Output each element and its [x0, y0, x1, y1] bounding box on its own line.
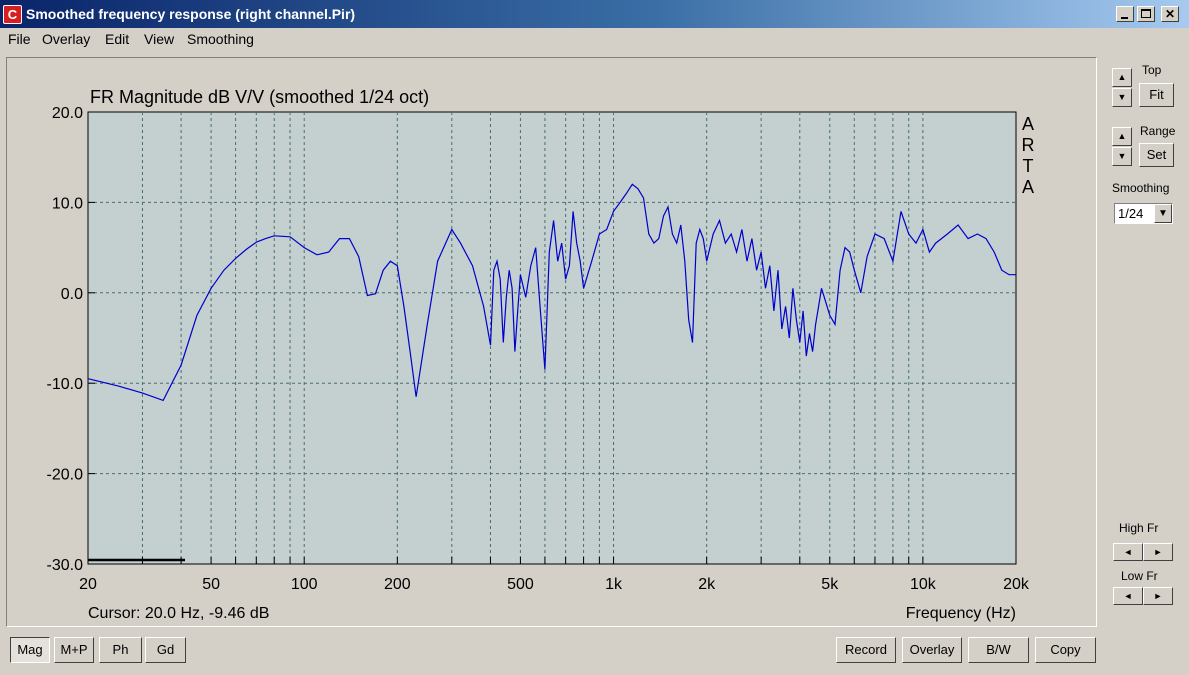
chart-panel: 20.0 10.0 0.0 -10.0 -20.0 -30.0 20 50 100 200 500… — [6, 57, 1097, 627]
x-tick-label: 200 — [384, 576, 411, 593]
x-tick-label: 2k — [698, 576, 716, 593]
title-bar: C Smoothed frequency response (right cha… — [0, 0, 1189, 28]
minimize-icon — [1121, 17, 1128, 19]
up-arrow-icon: ▲ — [1117, 72, 1127, 82]
top-up-button[interactable]: ▲ — [1112, 68, 1132, 87]
arta-watermark: ARTA — [1022, 114, 1035, 197]
menu-view[interactable]: View — [144, 31, 174, 47]
watermark-letter: R — [1022, 135, 1035, 155]
range-down-button[interactable]: ▼ — [1112, 147, 1132, 166]
x-tick-label: 100 — [291, 576, 318, 593]
overlay-button[interactable]: Overlay — [902, 637, 962, 663]
top-down-button[interactable]: ▼ — [1112, 88, 1132, 107]
x-tick-label: 20k — [1003, 576, 1030, 593]
high-fr-right-button[interactable]: ► — [1143, 543, 1173, 561]
watermark-letter: A — [1022, 114, 1034, 134]
y-tick-label: -10.0 — [47, 376, 84, 393]
up-arrow-icon: ▲ — [1117, 131, 1127, 141]
record-button[interactable]: Record — [836, 637, 896, 663]
down-arrow-icon: ▼ — [1117, 92, 1127, 102]
y-tick-label: -30.0 — [47, 557, 84, 574]
x-tick-label: 5k — [821, 576, 839, 593]
x-tick-label: 500 — [507, 576, 534, 593]
bw-button[interactable]: B/W — [968, 637, 1029, 663]
high-fr-left-button[interactable]: ◄ — [1113, 543, 1143, 561]
mag-view-button[interactable]: Mag — [10, 637, 50, 663]
minimize-button[interactable] — [1116, 6, 1134, 22]
right-arrow-icon: ► — [1153, 591, 1163, 601]
mag-phase-view-button[interactable]: M+P — [54, 637, 94, 663]
smoothing-select[interactable]: 1/24 ▼ — [1114, 203, 1173, 224]
y-tick-label: 10.0 — [52, 195, 83, 212]
cursor-readout: Cursor: 20.0 Hz, -9.46 dB — [88, 605, 269, 622]
group-delay-view-button[interactable]: Gd — [145, 637, 186, 663]
watermark-letter: T — [1023, 156, 1034, 176]
y-tick-label: -20.0 — [47, 467, 84, 484]
copy-button[interactable]: Copy — [1035, 637, 1096, 663]
set-button[interactable]: Set — [1139, 143, 1174, 167]
x-tick-label: 10k — [910, 576, 937, 593]
chart-title: FR Magnitude dB V/V (smoothed 1/24 oct) — [90, 87, 429, 107]
smoothing-label: Smoothing — [1112, 181, 1170, 195]
window-title: Smoothed frequency response (right chann… — [26, 6, 356, 22]
chevron-down-icon[interactable]: ▼ — [1154, 204, 1172, 223]
menu-smoothing[interactable]: Smoothing — [187, 31, 254, 47]
x-axis-label: Frequency (Hz) — [906, 605, 1016, 622]
maximize-button[interactable] — [1137, 6, 1155, 22]
left-arrow-icon: ◄ — [1123, 547, 1133, 557]
plot-area[interactable] — [87, 111, 1017, 565]
close-button[interactable]: ✕ — [1161, 6, 1179, 22]
low-fr-label: Low Fr — [1121, 569, 1158, 583]
menu-file[interactable]: File — [8, 31, 31, 47]
y-tick-labels: 20.0 10.0 0.0 -10.0 -20.0 -30.0 — [47, 105, 84, 574]
menu-edit[interactable]: Edit — [105, 31, 129, 47]
app-icon: C — [3, 5, 22, 24]
down-arrow-icon: ▼ — [1117, 151, 1127, 161]
range-label: Range — [1140, 124, 1176, 138]
maximize-icon — [1141, 9, 1151, 18]
range-up-button[interactable]: ▲ — [1112, 127, 1132, 146]
top-label: Top — [1142, 63, 1162, 77]
high-fr-label: High Fr — [1119, 521, 1159, 535]
x-tick-label: 20 — [79, 576, 97, 593]
x-tick-label: 50 — [202, 576, 220, 593]
menu-overlay[interactable]: Overlay — [42, 31, 90, 47]
fit-button[interactable]: Fit — [1139, 83, 1174, 107]
menu-bar: File Overlay Edit View Smoothing — [0, 28, 1189, 50]
right-arrow-icon: ► — [1153, 547, 1163, 557]
y-tick-label: 0.0 — [61, 286, 83, 303]
close-icon: ✕ — [1164, 7, 1176, 21]
y-tick-label: 20.0 — [52, 105, 83, 122]
left-arrow-icon: ◄ — [1123, 591, 1133, 601]
x-tick-label: 1k — [605, 576, 623, 593]
frequency-response-chart[interactable]: 20.0 10.0 0.0 -10.0 -20.0 -30.0 20 50 100 200 500… — [7, 58, 1096, 626]
x-tick-labels: 20 50 100 200 500 1k 2k 5k 10k 20k — [79, 576, 1030, 593]
low-fr-right-button[interactable]: ► — [1143, 587, 1173, 605]
smoothing-value: 1/24 — [1118, 206, 1144, 221]
low-fr-left-button[interactable]: ◄ — [1113, 587, 1143, 605]
phase-view-button[interactable]: Ph — [99, 637, 142, 663]
watermark-letter: A — [1022, 177, 1034, 197]
